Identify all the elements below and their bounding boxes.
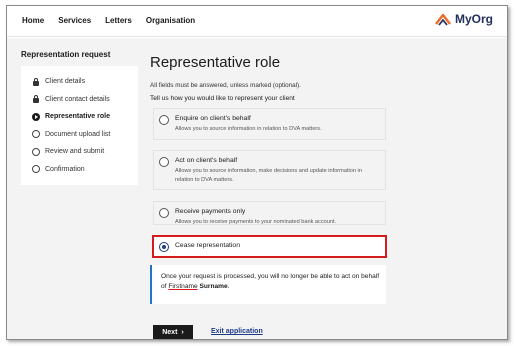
option-label: Cease representation	[175, 242, 240, 249]
question-label: Tell us how you would like to represent …	[150, 95, 295, 102]
brand-logo[interactable]: MyOrg	[435, 12, 493, 26]
current-step-arrow-icon	[32, 112, 40, 121]
step-label: Representative role	[45, 113, 110, 121]
sidebar-title: Representation request	[21, 50, 111, 59]
form-hint: All fields must be answered, unless mark…	[150, 82, 301, 89]
exit-application-link[interactable]: Exit application	[211, 328, 263, 335]
nav-services[interactable]: Services	[58, 16, 91, 25]
option-enquire[interactable]: Enquire on client's behalf Allows you to…	[153, 108, 386, 140]
circle-icon	[32, 130, 40, 139]
step-client-details[interactable]: Client details	[32, 73, 138, 91]
circle-icon	[32, 165, 40, 174]
top-navigation-bar: Home Services Letters Organisation MyOrg	[7, 6, 507, 37]
radio-button[interactable]	[159, 115, 169, 125]
next-label: Next	[162, 329, 178, 336]
step-label: Client details	[45, 78, 86, 86]
step-list: Client details Client contact details Re…	[21, 66, 138, 185]
step-representative-role[interactable]: Representative role	[32, 108, 138, 126]
radio-button-selected[interactable]	[159, 242, 169, 252]
next-button[interactable]: Next ›	[153, 325, 193, 339]
option-cease-representation[interactable]: Cease representation	[152, 235, 387, 258]
lock-icon	[32, 95, 40, 104]
circle-icon	[32, 147, 40, 156]
notice-end: .	[227, 283, 230, 290]
page-title: Representative role	[150, 54, 281, 71]
step-label: Review and submit	[45, 148, 105, 156]
myorg-logo-icon	[435, 13, 451, 26]
option-label: Receive payments only	[175, 208, 246, 215]
step-label: Confirmation	[45, 165, 85, 173]
option-receive-payments[interactable]: Receive payments only Allows you to rece…	[153, 201, 386, 225]
step-confirmation: Confirmation	[32, 161, 138, 179]
info-notice: Once your request is processed, you will…	[150, 265, 386, 304]
nav-home[interactable]: Home	[22, 16, 44, 25]
brand-name: MyOrg	[454, 12, 493, 26]
nav-letters[interactable]: Letters	[105, 16, 132, 25]
radio-button[interactable]	[159, 208, 169, 218]
option-label: Enquire on client's behalf	[175, 115, 251, 122]
option-label: Act on client's behalf	[175, 157, 238, 164]
radio-button[interactable]	[159, 157, 169, 167]
option-description: Allows you to source information, make d…	[175, 168, 362, 183]
option-description: Allows you to receive payments to your n…	[175, 219, 337, 225]
option-description: Allows you to source information in rela…	[175, 126, 322, 132]
main-nav: Home Services Letters Organisation	[22, 16, 195, 25]
step-document-upload-list: Document upload list	[32, 126, 138, 144]
app-window: Home Services Letters Organisation MyOrg…	[6, 5, 508, 340]
option-act[interactable]: Act on client's behalf Allows you to sou…	[153, 150, 386, 190]
client-first-name: Firstname	[168, 283, 198, 290]
step-client-contact-details[interactable]: Client contact details	[32, 91, 138, 109]
page-content: Representation request Client details Cl…	[7, 38, 507, 339]
step-label: Document upload list	[45, 130, 111, 138]
nav-organisation[interactable]: Organisation	[146, 16, 195, 25]
lock-icon	[32, 77, 40, 86]
client-last-name: Surname	[199, 283, 228, 290]
chevron-right-icon: ›	[181, 329, 184, 336]
step-review-and-submit: Review and submit	[32, 143, 138, 161]
step-label: Client contact details	[45, 95, 110, 103]
